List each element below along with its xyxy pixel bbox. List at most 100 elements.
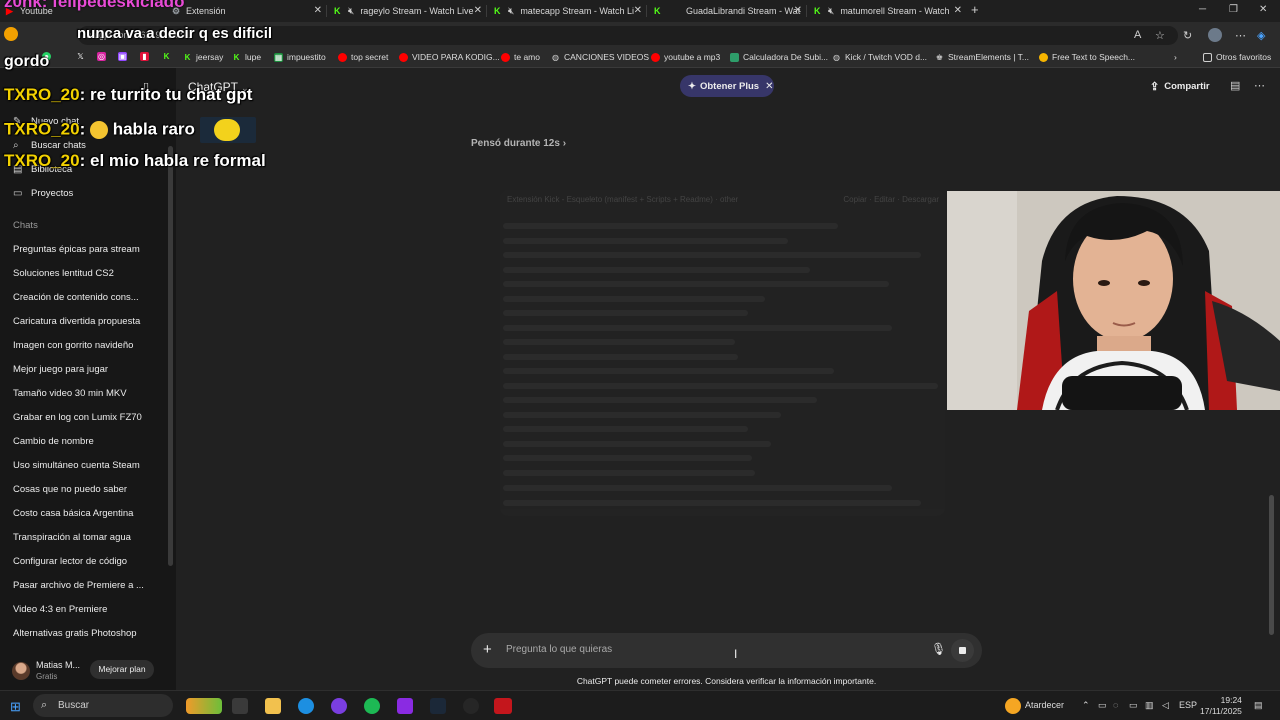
file-explorer-icon[interactable] (265, 698, 281, 714)
windows-start-icon[interactable]: ⊞ (10, 699, 21, 715)
chat-item[interactable]: Configurar lector de código (13, 556, 127, 567)
obs-icon[interactable] (463, 698, 479, 714)
close-tab-icon[interactable]: ✕ (794, 5, 802, 16)
chat-item[interactable]: Mejor juego para jugar (13, 364, 108, 375)
overlay-top-text: z0nk: felipedeskiciado (4, 0, 185, 11)
weather-icon[interactable] (1005, 698, 1021, 714)
volume-icon[interactable]: ◁ (1162, 700, 1169, 711)
video-editor-icon[interactable] (494, 698, 512, 714)
tab-extension[interactable]: ⚙ Extensión ✕ (166, 0, 326, 22)
app-icon[interactable]: ▮ (140, 52, 153, 61)
bookmark-free-tts[interactable]: Free Text to Speech... (1039, 52, 1135, 62)
bookmark-video-kodig[interactable]: VIDEO PARA KODIG... (399, 52, 500, 62)
chevron-up-icon[interactable]: ⌃ (1082, 700, 1090, 711)
profile-avatar[interactable] (1208, 28, 1222, 42)
projects-button[interactable]: ▭ Proyectos (13, 188, 73, 199)
notifications-icon[interactable]: ▤ (1254, 700, 1263, 711)
new-tab-button[interactable]: + (971, 2, 979, 17)
instagram-icon[interactable]: ◎ (97, 52, 110, 61)
share-button[interactable]: ⇪ Compartir (1150, 80, 1210, 93)
edge-icon[interactable] (298, 698, 314, 714)
close-tab-icon[interactable]: ✕ (474, 5, 482, 16)
main-scrollbar[interactable] (1269, 495, 1274, 635)
weather-label[interactable]: Atardecer (1025, 700, 1064, 710)
copilot-icon[interactable]: ◈ (1257, 29, 1265, 42)
code-line (503, 354, 738, 360)
tab-matumorell[interactable]: K 🔇︎ matumorell Stream - Watch ✕ (808, 0, 966, 22)
chat-item[interactable]: Soluciones lentitud CS2 (13, 268, 114, 279)
chat-item[interactable]: Creación de contenido cons... (13, 292, 139, 303)
user-profile[interactable]: Matias M... Gratis (12, 660, 80, 682)
microphone-icon[interactable]: 🎙︎ (931, 642, 946, 656)
bookmark-te-amo[interactable]: te amo (501, 52, 540, 62)
tray-icon[interactable]: ◌ (1113, 700, 1118, 710)
close-tab-icon[interactable]: ✕ (954, 5, 962, 16)
tab-rageylo[interactable]: K 🔇︎ rageylo Stream - Watch Live ✕ (328, 0, 486, 22)
stop-generating-button[interactable] (951, 639, 974, 662)
more-options-icon[interactable]: ⋯ (1254, 79, 1265, 92)
spotify-icon[interactable] (364, 698, 380, 714)
read-aloud-icon[interactable]: A (1134, 29, 1141, 41)
add-attachment-icon[interactable]: + (483, 641, 492, 658)
muted-speaker-icon[interactable]: 🔇︎ (828, 6, 834, 17)
muted-speaker-icon[interactable]: 🔇︎ (348, 6, 354, 17)
bookmark-kick-twitch-vod[interactable]: ◍ Kick / Twitch VOD d... (832, 52, 927, 62)
chevron-right-icon[interactable]: › (1174, 52, 1177, 62)
prompt-input[interactable]: Pregunta lo que quieras (506, 644, 612, 655)
chat-item[interactable]: Preguntas épicas para stream (13, 244, 140, 255)
bookmark-jeersay[interactable]: Kjeersay (183, 52, 224, 62)
network-icon[interactable]: ▥ (1145, 700, 1154, 711)
x-icon[interactable]: 𝕏 (76, 52, 89, 61)
chat-item[interactable]: Uso simultáneo cuenta Steam (13, 460, 140, 471)
capcut-icon[interactable] (397, 698, 413, 714)
chat-item[interactable]: Grabar en log con Lumix FZ70 (13, 412, 142, 423)
chat-item[interactable]: Alternativas gratis Photoshop (13, 628, 137, 639)
bookmark-impuestito[interactable]: ▦ impuestito (274, 52, 326, 62)
bookmark-youtube-mp3[interactable]: youtube a mp3 (651, 52, 720, 62)
app-icon[interactable] (331, 698, 347, 714)
restore-button[interactable]: ❐ (1229, 4, 1238, 15)
tab-guadalibrandi[interactable]: K GuadaLibrandi Stream - Wat ✕ (648, 0, 806, 22)
kick-icon[interactable]: K (162, 52, 175, 61)
close-tab-icon[interactable]: ✕ (314, 5, 322, 16)
bookmark-top-secret[interactable]: top secret (338, 52, 388, 62)
chat-item[interactable]: Imagen con gorrito navideño (13, 340, 133, 351)
bookmark-lupe[interactable]: Klupe (232, 52, 261, 62)
code-actions[interactable]: Copiar · Editar · Descargar (843, 195, 939, 204)
twitch-icon[interactable]: ▣ (118, 52, 131, 61)
widget-image-icon[interactable] (186, 698, 222, 714)
chat-item[interactable]: Caricatura divertida propuesta (13, 316, 140, 327)
chat-item[interactable]: Pasar archivo de Premiere a ... (13, 580, 144, 591)
canvas-icon[interactable]: ▤ (1230, 79, 1240, 92)
tray-icon[interactable]: ▭ (1129, 700, 1138, 711)
chat-item[interactable]: Tamaño video 30 min MKV (13, 388, 127, 399)
muted-speaker-icon[interactable]: 🔇︎ (508, 6, 514, 17)
close-tab-icon[interactable]: ✕ (634, 5, 642, 16)
minimize-button[interactable]: ─ (1199, 4, 1206, 15)
sidebar-scrollbar[interactable] (168, 146, 173, 566)
star-icon[interactable]: ☆ (1155, 29, 1165, 42)
chat-item[interactable]: Video 4:3 en Premiere (13, 604, 107, 615)
more-menu-icon[interactable]: ⋯ (1235, 29, 1246, 42)
chat-item[interactable]: Transpiración al tomar agua (13, 532, 131, 543)
bookmark-streamelements[interactable]: ♚ StreamElements | T... (935, 52, 1029, 62)
chat-item[interactable]: Cambio de nombre (13, 436, 94, 447)
close-icon[interactable]: ✕ (765, 81, 773, 92)
clock[interactable]: 19:24 17/11/2025 (1200, 695, 1242, 717)
close-window-button[interactable]: ✕ (1259, 4, 1267, 15)
chat-item[interactable]: Cosas que no puedo saber (13, 484, 127, 495)
steam-icon[interactable] (430, 698, 446, 714)
bookmark-calculadora[interactable]: Calculadora De Subi... (730, 52, 828, 62)
tray-icon[interactable]: ▭ (1098, 700, 1107, 711)
taskbar-search[interactable]: ⌕ Buscar (33, 694, 173, 717)
thought-toggle[interactable]: Pensó durante 12s › (471, 138, 566, 149)
other-favorites[interactable]: Otros favoritos (1203, 52, 1271, 62)
tab-matecapp[interactable]: K 🔇︎ matecapp Stream - Watch Li ✕ (488, 0, 646, 22)
task-view-icon[interactable] (232, 698, 248, 714)
bookmark-canciones[interactable]: ◍ CANCIONES VIDEOS (551, 52, 649, 62)
upgrade-plan-button[interactable]: Mejorar plan (90, 660, 154, 679)
refresh-icon[interactable]: ↻ (1183, 29, 1192, 42)
chat-item[interactable]: Costo casa básica Argentina (13, 508, 133, 519)
get-plus-button[interactable]: ✦ Obtener Plus ✕ (680, 75, 774, 97)
language-indicator[interactable]: ESP (1179, 700, 1197, 710)
